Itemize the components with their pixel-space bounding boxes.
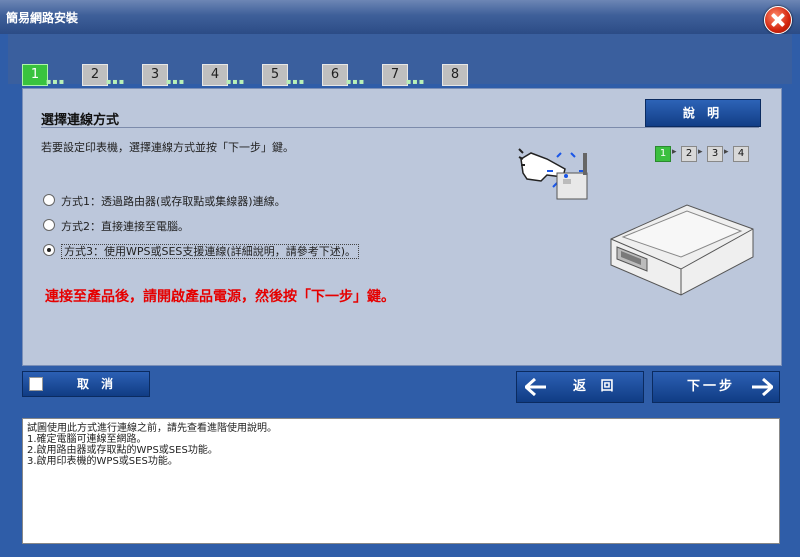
info-line: 2.啟用路由器或存取點的WPS或SES功能。 <box>27 445 218 456</box>
cancel-button[interactable]: 取 消 <box>22 371 150 397</box>
step-tab-3: 3 <box>142 64 168 86</box>
arrow-icon: ▸ <box>724 147 729 157</box>
window-title: 簡易網路安裝 <box>6 11 79 25</box>
option-label: 方式3：使用WPS或SES支援連線(詳細說明，請參考下述)。 <box>61 244 359 259</box>
info-line: 3.啟用印表機的WPS或SES功能。 <box>27 456 178 467</box>
help-button[interactable]: 說 明 <box>645 99 761 127</box>
step-tab-7: 7 <box>382 64 408 86</box>
back-label: 返 回 <box>573 379 619 394</box>
radio-button[interactable] <box>43 219 55 231</box>
step-dots-icon: ▪▪▪ <box>346 77 366 86</box>
option-label: 方式2：直接連接至電腦。 <box>61 220 189 233</box>
step-dots-icon: ▪▪▪ <box>286 77 306 86</box>
section-title: 選擇連線方式 <box>41 113 120 128</box>
arrow-icon: ▸ <box>698 147 703 157</box>
main-panel: 選擇連線方式 說 明 若要設定印表機，選擇連線方式並按「下一步」鍵。 1 ▸ 2… <box>22 88 782 366</box>
substep-2: 2 <box>681 146 697 162</box>
next-label: 下一步 <box>687 379 736 394</box>
arrow-right-icon <box>752 378 773 396</box>
next-button[interactable]: 下一步 <box>652 371 780 403</box>
info-line: 1.確定電腦可連線至網路。 <box>27 434 147 445</box>
close-icon[interactable] <box>764 6 792 34</box>
option-label: 方式1：透過路由器(或存取點或集線器)連線。 <box>61 195 286 208</box>
option-method-1[interactable]: 方式1：透過路由器(或存取點或集線器)連線。 <box>43 193 286 209</box>
cancel-label: 取 消 <box>77 377 118 391</box>
notice-text: 連接至產品後，請開啟產品電源，然後按「下一步」鍵。 <box>45 289 395 305</box>
instruction-text: 若要設定印表機，選擇連線方式並按「下一步」鍵。 <box>41 141 294 154</box>
step-tab-8: 8 <box>442 64 468 86</box>
radio-button[interactable] <box>43 194 55 206</box>
step-tab-4: 4 <box>202 64 228 86</box>
checkbox-icon <box>29 377 43 391</box>
option-method-3[interactable]: 方式3：使用WPS或SES支援連線(詳細說明，請參考下述)。 <box>43 243 359 259</box>
divider <box>41 127 759 128</box>
step-dots-icon: ▪▪▪ <box>166 77 186 86</box>
info-text-box[interactable]: 試圖使用此方式進行連線之前，請先查看進階使用說明。 1.確定電腦可連線至網路。 … <box>22 418 780 544</box>
setup-window: 簡易網路安裝 1 ▪▪▪ 2 ▪▪▪ 3 ▪▪▪ 4 ▪▪▪ 5 ▪▪▪ 6 ▪▪▪ 7 ▪▪▪ 8 選擇連… <box>0 0 800 557</box>
arrow-icon: ▸ <box>672 147 677 157</box>
step-dots-icon: ▪▪▪ <box>226 77 246 86</box>
substep-3: 3 <box>707 146 723 162</box>
step-tab-5: 5 <box>262 64 288 86</box>
option-method-2[interactable]: 方式2：直接連接至電腦。 <box>43 218 189 234</box>
step-dots-icon: ▪▪▪ <box>106 77 126 86</box>
step-dots-icon: ▪▪▪ <box>406 77 426 86</box>
substep-1: 1 <box>655 146 671 162</box>
title-bar: 簡易網路安裝 <box>0 0 800 34</box>
printer-illustration <box>610 204 754 296</box>
substep-4: 4 <box>733 146 749 162</box>
arrow-left-icon <box>525 378 546 396</box>
info-line: 試圖使用此方式進行連線之前，請先查看進階使用說明。 <box>27 423 277 434</box>
step-tab-1: 1 <box>22 64 48 86</box>
step-dots-icon: ▪▪▪ <box>46 77 66 86</box>
step-tab-6: 6 <box>322 64 348 86</box>
radio-button[interactable] <box>43 244 55 256</box>
back-button[interactable]: 返 回 <box>516 371 644 403</box>
router-hand-illustration <box>518 148 588 200</box>
step-tab-2: 2 <box>82 64 108 86</box>
